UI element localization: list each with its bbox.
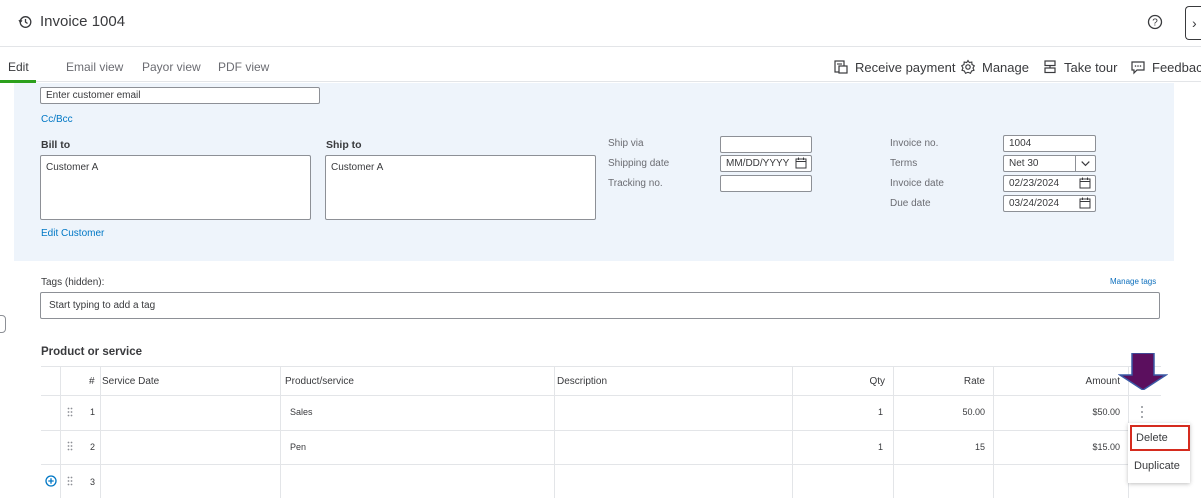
manage-tags-link[interactable]: Manage tags xyxy=(1110,277,1156,286)
drag-handle-icon[interactable] xyxy=(67,476,73,486)
tab-bar: Edit Email view Payor view PDF view Rece… xyxy=(0,46,1201,83)
col-divider xyxy=(792,366,793,498)
section-title: Product or service xyxy=(41,346,142,358)
row-product[interactable]: Sales xyxy=(290,407,313,417)
collapsed-side-panel-tab[interactable] xyxy=(0,315,6,333)
terms-value: Net 30 xyxy=(1009,158,1039,169)
col-header-amount: Amount xyxy=(1085,376,1120,387)
annotation-arrow xyxy=(1118,353,1168,390)
terms-label: Terms xyxy=(890,158,918,169)
edit-customer-link[interactable]: Edit Customer xyxy=(41,228,104,239)
tags-input[interactable]: Start typing to add a tag xyxy=(40,292,1160,319)
row-number: 3 xyxy=(90,477,96,487)
drag-handle-icon[interactable] xyxy=(67,441,73,451)
duplicate-menu-item[interactable]: Duplicate xyxy=(1130,456,1190,478)
cc-bcc-link[interactable]: Cc/Bcc xyxy=(41,114,73,125)
bill-to-address[interactable]: Customer A xyxy=(40,155,311,220)
tour-icon xyxy=(1044,60,1056,74)
row-rate[interactable]: 50.00 xyxy=(920,407,985,417)
col-header-num: # xyxy=(89,376,95,387)
calendar-icon[interactable] xyxy=(795,157,807,169)
customer-email-input[interactable]: Enter customer email xyxy=(40,87,320,104)
shipping-date-label: Shipping date xyxy=(608,158,670,169)
tags-placeholder: Start typing to add a tag xyxy=(49,300,156,311)
tab-payor-view[interactable]: Payor view xyxy=(142,60,201,74)
bill-to-label: Bill to xyxy=(41,139,71,151)
receive-payment-label: Receive payment xyxy=(855,59,956,75)
title-bar: Invoice 1004 ? › xyxy=(0,0,1201,46)
col-divider xyxy=(554,366,555,498)
delete-menu-item[interactable]: Delete xyxy=(1130,425,1190,451)
col-header-service-date: Service Date xyxy=(102,376,160,387)
manage-label: Manage xyxy=(982,59,1029,75)
col-divider xyxy=(993,366,994,498)
col-header-product: Product/service xyxy=(285,376,354,387)
add-line-icon[interactable] xyxy=(45,475,57,487)
feedback-icon xyxy=(1131,61,1145,75)
invoice-no-input[interactable]: 1004 xyxy=(1003,135,1096,152)
receipt-icon xyxy=(834,60,848,74)
drag-handle-icon[interactable] xyxy=(67,407,73,417)
tags-label: Tags (hidden): xyxy=(41,277,105,288)
row-amount: $50.00 xyxy=(1092,407,1120,417)
ship-to-label: Ship to xyxy=(326,139,362,151)
tracking-no-input[interactable] xyxy=(720,175,812,192)
receive-payment-button[interactable]: Receive payment xyxy=(833,59,955,75)
col-header-qty: Qty xyxy=(869,376,885,387)
customer-email-placeholder: Enter customer email xyxy=(46,90,141,101)
close-panel-button[interactable]: › xyxy=(1185,6,1201,40)
row-rate[interactable]: 15 xyxy=(920,442,985,452)
row-qty[interactable]: 1 xyxy=(820,407,883,417)
col-divider xyxy=(893,366,894,498)
svg-text:?: ? xyxy=(1152,18,1158,29)
take-tour-button[interactable]: Take tour xyxy=(1042,59,1117,75)
invoice-date-label: Invoice date xyxy=(890,178,944,189)
tab-email-view[interactable]: Email view xyxy=(66,60,123,74)
row-number: 2 xyxy=(90,442,96,452)
row-product[interactable]: Pen xyxy=(290,442,306,452)
calendar-icon[interactable] xyxy=(1079,177,1091,189)
tab-edit[interactable]: Edit xyxy=(8,60,29,74)
help-icon[interactable]: ? xyxy=(1147,14,1163,30)
col-header-description: Description xyxy=(557,376,608,387)
tracking-no-label: Tracking no. xyxy=(608,178,663,189)
ship-via-label: Ship via xyxy=(608,138,644,149)
due-date-label: Due date xyxy=(890,198,931,209)
gear-icon xyxy=(960,59,976,75)
col-divider xyxy=(60,366,61,498)
kebab-menu-icon[interactable] xyxy=(1140,405,1144,419)
feedback-label: Feedback xyxy=(1152,59,1201,75)
manage-button[interactable]: Manage xyxy=(960,59,1029,75)
chevron-down-icon[interactable] xyxy=(1075,156,1095,171)
col-divider xyxy=(280,366,281,498)
ship-via-input[interactable] xyxy=(720,136,812,153)
invoice-no-label: Invoice no. xyxy=(890,138,939,149)
shipping-date-placeholder: MM/DD/YYYY xyxy=(726,158,790,169)
row-number: 1 xyxy=(90,407,96,417)
page-title: Invoice 1004 xyxy=(40,13,126,30)
feedback-button[interactable]: Feedback xyxy=(1130,59,1201,75)
row-amount: $15.00 xyxy=(1092,442,1120,452)
col-divider xyxy=(100,366,101,498)
calendar-icon[interactable] xyxy=(1079,197,1091,209)
row-context-menu: Delete Duplicate xyxy=(1128,423,1190,483)
tab-pdf-view[interactable]: PDF view xyxy=(218,60,269,74)
ship-to-address[interactable]: Customer A xyxy=(325,155,596,220)
take-tour-label: Take tour xyxy=(1064,59,1118,75)
row-qty[interactable]: 1 xyxy=(820,442,883,452)
col-header-rate: Rate xyxy=(963,376,985,387)
history-icon[interactable] xyxy=(18,15,32,29)
